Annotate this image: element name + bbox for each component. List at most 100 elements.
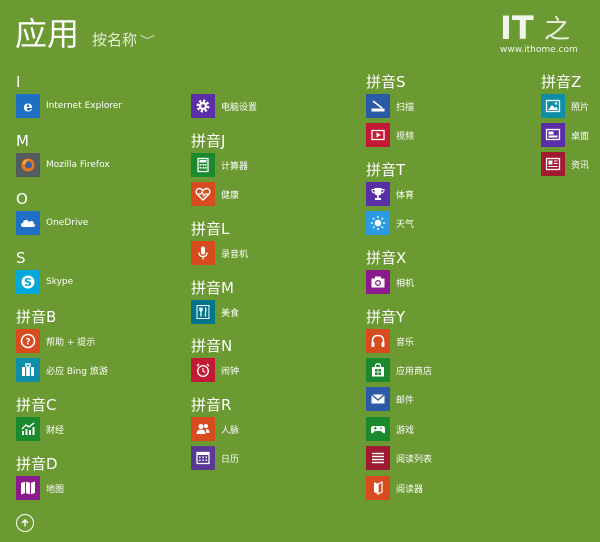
app-onedrive[interactable]: OneDrive	[16, 211, 88, 235]
group-header-pinyin-d: 拼音D	[16, 455, 58, 473]
scanner-icon	[366, 94, 390, 118]
app-help-tips[interactable]: ? 帮助 + 提示	[16, 329, 95, 353]
help-icon: ?	[16, 329, 40, 353]
app-scan[interactable]: 扫描	[366, 94, 414, 118]
people-icon	[191, 417, 215, 441]
group-header-m: M	[16, 132, 29, 150]
sort-dropdown[interactable]: 按名称 ﹀	[92, 29, 155, 50]
app-label: 资讯	[571, 160, 590, 171]
app-photos[interactable]: 照片	[541, 94, 589, 118]
calculator-icon	[191, 153, 215, 177]
group-header-o: O	[16, 190, 28, 208]
gamepad-icon	[366, 417, 390, 441]
app-label: 游戏	[396, 425, 415, 436]
app-label: 阅读列表	[396, 454, 433, 465]
skype-icon: S	[16, 270, 40, 294]
firefox-icon	[16, 153, 40, 177]
heart-pulse-icon	[191, 182, 215, 206]
arrow-up-icon	[21, 519, 29, 527]
app-alarms[interactable]: 闹钟	[191, 358, 239, 382]
group-header-pinyin-z: 拼音Z	[541, 73, 582, 91]
app-label: Skype	[46, 277, 74, 287]
group-header-pinyin-s: 拼音S	[366, 73, 406, 91]
app-internet-explorer[interactable]: e Internet Explorer	[16, 94, 122, 118]
gear-icon	[191, 94, 215, 118]
group-header-pinyin-n: 拼音N	[191, 337, 233, 355]
app-label: 人脉	[221, 425, 240, 436]
headphones-icon	[366, 329, 390, 353]
sun-icon	[366, 211, 390, 235]
app-bing-travel[interactable]: 必应 Bing 旅游	[16, 358, 108, 382]
app-label: 相机	[396, 278, 415, 289]
app-label: 录音机	[221, 249, 249, 260]
app-sports[interactable]: 体育	[366, 182, 414, 206]
app-label: 体育	[396, 190, 415, 201]
watermark-logo: IT 之 www.ithome.com	[500, 9, 590, 59]
app-label: OneDrive	[46, 218, 89, 228]
app-label: 日历	[221, 454, 240, 465]
trophy-icon	[366, 182, 390, 206]
app-games[interactable]: 游戏	[366, 417, 414, 441]
app-label: 应用商店	[396, 366, 433, 377]
page-title: 应用	[15, 15, 80, 53]
app-reading-list[interactable]: 阅读列表	[366, 446, 432, 470]
app-calculator[interactable]: 计算器	[191, 153, 248, 177]
suitcase-icon	[16, 358, 40, 382]
alarm-clock-icon	[191, 358, 215, 382]
app-label: 邮件	[396, 395, 415, 406]
app-people[interactable]: 人脉	[191, 417, 239, 441]
group-header-s: S	[16, 249, 26, 267]
app-label: 桌面	[571, 131, 590, 142]
app-camera[interactable]: 相机	[366, 270, 414, 294]
store-bag-icon	[366, 358, 390, 382]
app-mail[interactable]: 邮件	[366, 387, 414, 411]
app-health[interactable]: 健康	[191, 182, 239, 206]
app-label: 音乐	[396, 337, 415, 348]
app-store[interactable]: 应用商店	[366, 358, 432, 382]
sort-label: 按名称	[92, 31, 138, 49]
group-header-pinyin-r: 拼音R	[191, 396, 232, 414]
app-food[interactable]: 美食	[191, 300, 239, 324]
app-reader[interactable]: 阅读器	[366, 476, 423, 500]
app-label: 健康	[221, 190, 240, 201]
app-desktop[interactable]: 桌面	[541, 123, 589, 147]
internet-explorer-icon: e	[16, 94, 40, 118]
group-header-pinyin-t: 拼音T	[366, 161, 406, 179]
reading-list-icon	[366, 446, 390, 470]
microphone-icon	[191, 241, 215, 265]
app-weather[interactable]: 天气	[366, 211, 414, 235]
group-header-pinyin-x: 拼音X	[366, 249, 407, 267]
calendar-icon	[191, 446, 215, 470]
svg-text:IT: IT	[500, 9, 534, 45]
group-header-i: I	[16, 73, 21, 91]
app-sound-recorder[interactable]: 录音机	[191, 241, 248, 265]
app-label: 地图	[46, 484, 65, 495]
app-pc-settings[interactable]: 电脑设置	[191, 94, 257, 118]
app-calendar[interactable]: 日历	[191, 446, 239, 470]
app-music[interactable]: 音乐	[366, 329, 414, 353]
app-label: Internet Explorer	[46, 101, 123, 111]
video-icon	[366, 123, 390, 147]
watermark-url: www.ithome.com	[500, 45, 578, 55]
app-label: 帮助 + 提示	[46, 337, 96, 348]
app-label: 财经	[46, 425, 65, 436]
app-finance[interactable]: 财经	[16, 417, 64, 441]
app-maps[interactable]: 地图	[16, 476, 64, 500]
app-label: 闹钟	[221, 366, 240, 377]
group-header-pinyin-l: 拼音L	[191, 220, 230, 238]
app-video[interactable]: 视频	[366, 123, 414, 147]
app-label: 计算器	[221, 161, 249, 172]
map-icon	[16, 476, 40, 500]
mail-envelope-icon	[366, 387, 390, 411]
app-label: 扫描	[396, 102, 415, 113]
group-header-pinyin-m: 拼音M	[191, 279, 234, 297]
group-header-pinyin-c: 拼音C	[16, 396, 57, 414]
app-label: 美食	[221, 308, 240, 319]
app-label: 照片	[571, 102, 590, 113]
scroll-up-button[interactable]	[16, 514, 34, 532]
app-mozilla-firefox[interactable]: Mozilla Firefox	[16, 153, 110, 177]
app-skype[interactable]: S Skype	[16, 270, 73, 294]
app-label: Mozilla Firefox	[46, 160, 110, 170]
app-news[interactable]: 资讯	[541, 152, 589, 176]
fork-knife-icon	[191, 300, 215, 324]
